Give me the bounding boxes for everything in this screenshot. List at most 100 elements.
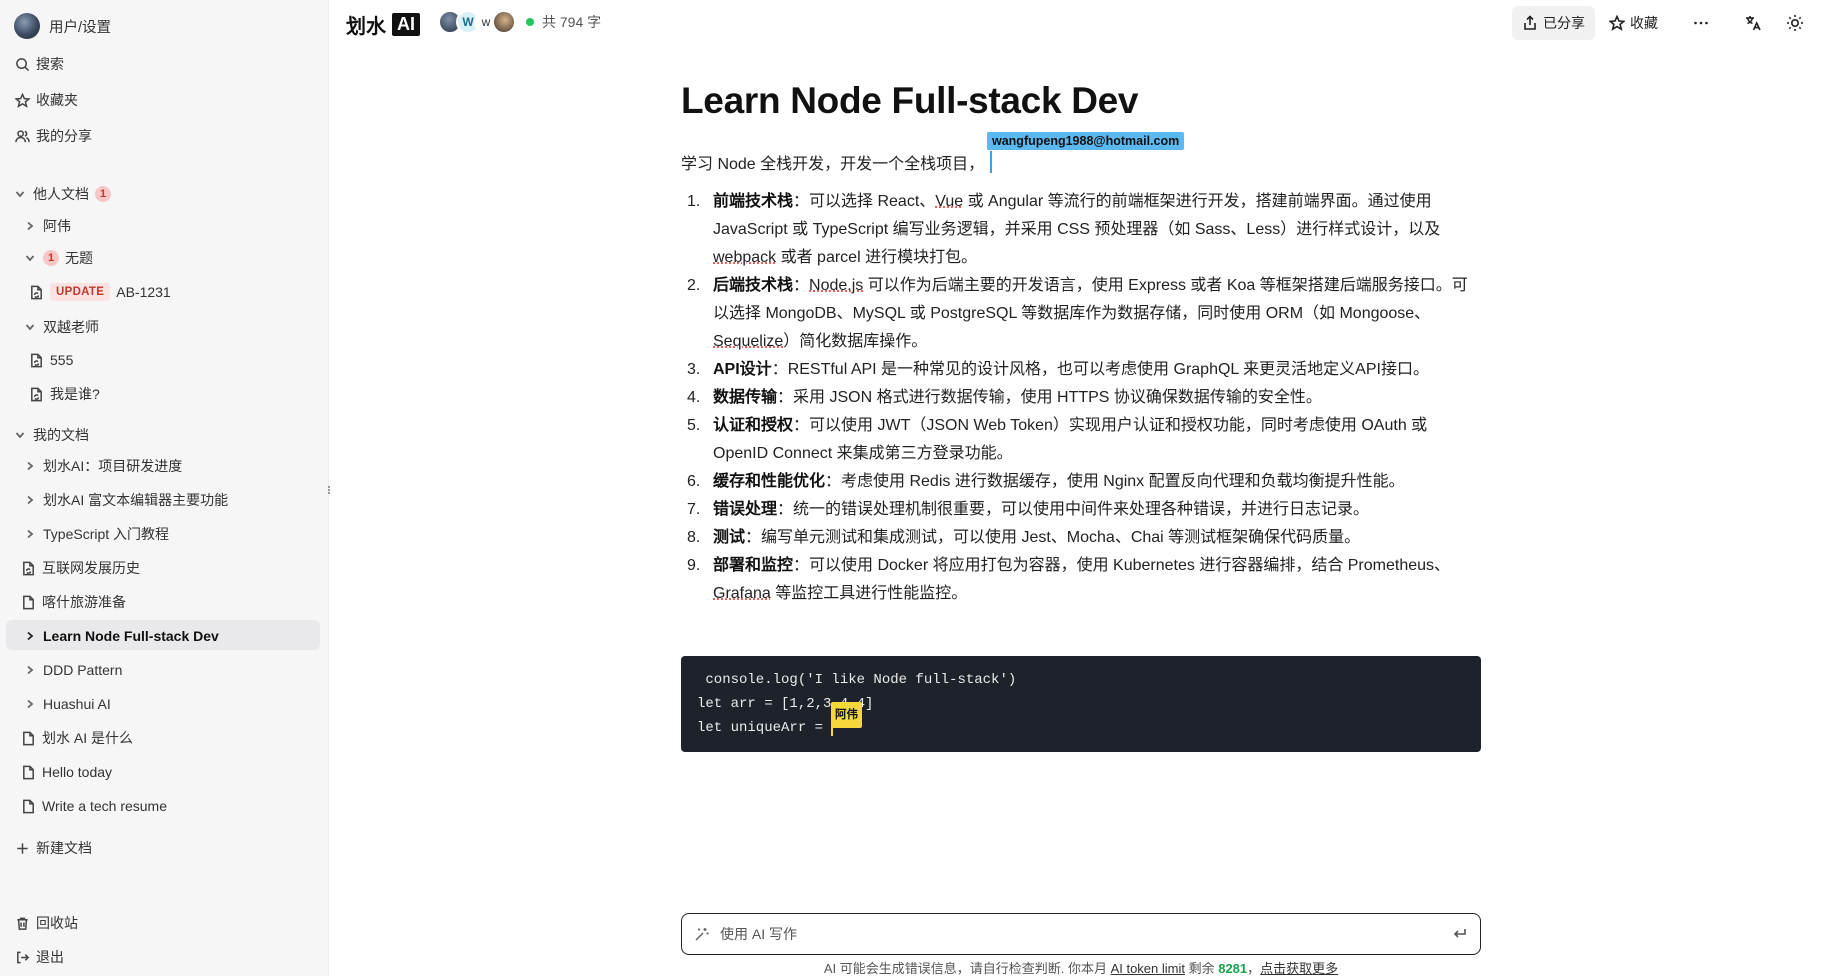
tree-item-555[interactable]: 555	[28, 346, 73, 374]
favorite-button[interactable]: 收藏	[1599, 6, 1668, 40]
token-limit-link[interactable]: AI token limit	[1111, 961, 1185, 976]
section-my-docs[interactable]: 我的文档	[14, 421, 89, 449]
list-item[interactable]: 6. 缓存和性能优化：考虑使用 Redis 进行数据缓存，使用 Nginx 配置…	[681, 468, 1481, 496]
chevron-right-icon	[24, 630, 36, 642]
get-more-link[interactable]: 点击获取更多	[1260, 961, 1338, 976]
chevron-right-icon	[24, 528, 36, 540]
tree-item-label: DDD Pattern	[43, 662, 123, 678]
code-line-text: let uniqueArr =	[697, 720, 832, 736]
tree-item[interactable]: 互联网发展历史	[20, 554, 140, 582]
logout-button[interactable]: 退出	[14, 943, 64, 971]
list-item-text: ：可以选择 React、	[793, 193, 936, 210]
tree-item-awei[interactable]: 阿伟	[24, 212, 71, 240]
tree-item[interactable]: DDD Pattern	[24, 656, 122, 684]
enter-icon[interactable]	[1452, 926, 1468, 942]
list-item[interactable]: 8. 测试：编写单元测试和集成测试，可以使用 Jest、Mocha、Chai 等…	[681, 524, 1481, 552]
new-doc-button[interactable]: 新建文档	[14, 834, 92, 862]
list-number: 9.	[687, 557, 701, 574]
theme-toggle-button[interactable]	[1776, 6, 1814, 40]
chevron-down-icon	[24, 252, 36, 264]
translate-button[interactable]	[1734, 6, 1772, 40]
tree-item-label: 互联网发展历史	[42, 560, 140, 576]
share-label: 已分享	[1543, 15, 1585, 31]
sidebar-item-favorites[interactable]: 收藏夹	[14, 86, 78, 114]
trash-button[interactable]: 回收站	[14, 909, 78, 937]
tree-item-teacher[interactable]: 双越老师	[24, 313, 99, 341]
logout-icon	[14, 949, 30, 965]
tree-item-whoami[interactable]: 我是谁?	[28, 380, 100, 408]
sidebar-item-label: 搜索	[36, 56, 64, 72]
tree-item[interactable]: 喀什旅游准备	[20, 588, 126, 616]
tree-item-label: 555	[50, 352, 74, 368]
ordered-list[interactable]: 1. 前端技术栈：可以选择 React、Vue 或 Angular 等流行的前端…	[681, 188, 1481, 608]
list-item-text: 等监控工具进行性能监控。	[770, 585, 968, 602]
status-badge: UPDATE	[50, 283, 111, 301]
code-line: let arr = [1,2,3,4,4]	[697, 696, 874, 712]
list-item[interactable]: 4. 数据传输：采用 JSON 格式进行数据传输，使用 HTTPS 协议确保数据…	[681, 384, 1481, 412]
tree-item[interactable]: TypeScript 入门教程	[24, 520, 169, 548]
collaborator-avatar[interactable]	[492, 10, 516, 34]
ai-note-text: AI 可能会生成错误信息，请自行检查判断. 你本月	[823, 961, 1111, 976]
tree-item[interactable]: 划水AI：项目研发进度	[24, 452, 182, 480]
tree-item-untitled[interactable]: 1 无题	[24, 244, 93, 272]
list-item-heading: 前端技术栈	[713, 193, 794, 210]
chevron-down-icon	[14, 429, 26, 441]
avatar	[14, 13, 40, 39]
document-icon	[20, 764, 36, 780]
list-item-heading: 错误处理	[713, 501, 778, 518]
list-number: 3.	[687, 361, 701, 378]
list-item[interactable]: 7. 错误处理：统一的错误处理机制很重要，可以使用中间件来处理各种错误，并进行日…	[681, 496, 1481, 524]
tree-item[interactable]: Huashui AI	[24, 690, 111, 718]
page-title[interactable]: Learn Node Full-stack Dev	[681, 80, 1481, 122]
ai-sparkle-icon	[695, 928, 709, 941]
tree-item-update-doc[interactable]: UPDATE AB-1231	[28, 278, 171, 306]
tree-item-active[interactable]: Learn Node Full-stack Dev	[24, 622, 219, 650]
spellcheck-word: Vue	[935, 193, 964, 210]
more-button[interactable]	[1682, 6, 1720, 40]
ai-prompt-input[interactable]	[720, 926, 1452, 942]
tree-item-label: 划水AI：项目研发进度	[43, 458, 183, 474]
sidebar-resize-handle[interactable]	[326, 485, 332, 497]
section-others-docs[interactable]: 他人文档 1	[14, 180, 111, 208]
share-button[interactable]: 已分享	[1512, 6, 1595, 40]
sidebar-item-my-shares[interactable]: 我的分享	[14, 122, 92, 150]
list-number: 4.	[687, 389, 701, 406]
favorite-label: 收藏	[1630, 15, 1658, 31]
intro-paragraph[interactable]: 学习 Node 全栈开发，开发一个全栈项目， wangfupeng1988@ho…	[681, 132, 1481, 174]
collaborator-cursor-label: 阿伟	[831, 702, 862, 728]
user-settings[interactable]: 用户/设置	[14, 12, 111, 40]
user-settings-label: 用户/设置	[49, 19, 112, 36]
tree-item[interactable]: 划水 AI 是什么	[20, 724, 133, 752]
word-count: 共 794 字	[542, 14, 602, 30]
tree-item[interactable]: 划水AI 富文本编辑器主要功能	[24, 486, 228, 514]
list-item-heading: 部署和监控	[713, 557, 794, 574]
list-item[interactable]: 9. 部署和监控：可以使用 Docker 将应用打包为容器，使用 Kuberne…	[681, 552, 1481, 608]
notification-badge: 1	[95, 186, 111, 202]
list-number: 7.	[687, 501, 701, 518]
tree-item-label: 划水AI 富文本编辑器主要功能	[43, 492, 229, 508]
document-editor[interactable]: Learn Node Full-stack Dev 学习 Node 全栈开发，开…	[681, 80, 1481, 752]
tree-item[interactable]: Hello today	[20, 758, 112, 786]
sidebar-item-label: 我的分享	[36, 128, 92, 144]
tree-item-label: 双越老师	[43, 319, 99, 335]
collaborator-cursor-label: wangfupeng1988@hotmail.com	[987, 132, 1185, 150]
tree-item[interactable]: Write a tech resume	[20, 792, 167, 820]
sidebar-item-search[interactable]: 搜索	[14, 50, 64, 78]
document-icon	[20, 798, 36, 814]
list-item[interactable]: 1. 前端技术栈：可以选择 React、Vue 或 Angular 等流行的前端…	[681, 188, 1481, 272]
list-item-text: ：考虑使用 Redis 进行数据缓存，使用 Nginx 配置反向代理和负载均衡提…	[825, 473, 1405, 490]
logout-label: 退出	[36, 949, 64, 965]
brand-logo[interactable]: 划水 AI	[346, 10, 420, 39]
list-item[interactable]: 5. 认证和授权：可以使用 JWT（JSON Web Token）实现用户认证和…	[681, 412, 1481, 468]
code-block[interactable]: console.log('I like Node full-stack') le…	[681, 656, 1481, 752]
star-icon	[1609, 15, 1625, 31]
doc-sync-icon	[28, 386, 44, 402]
list-item[interactable]: 2. 后端技术栈：Node.js 可以作为后端主要的开发语言，使用 Expres…	[681, 272, 1481, 356]
share-icon	[1524, 15, 1536, 30]
plus-icon	[14, 840, 30, 856]
spellcheck-word: webpack	[713, 249, 777, 266]
sidebar-item-label: 收藏夹	[36, 92, 78, 108]
list-item[interactable]: 3. API设计：RESTful API 是一种常见的设计风格，也可以考虑使用 …	[681, 356, 1481, 384]
code-line-with-cursor: let uniqueArr =	[697, 716, 1465, 740]
ai-write-box[interactable]	[681, 913, 1481, 955]
